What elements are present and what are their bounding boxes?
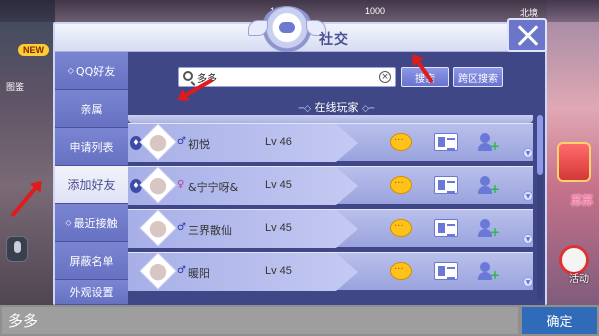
- left-diamond-icon: ─◇: [298, 104, 311, 114]
- player-name: 初悦: [188, 138, 210, 151]
- male-icon: ♂: [177, 265, 186, 276]
- female-icon: ♀: [177, 179, 185, 190]
- profile-card-icon[interactable]: [434, 262, 458, 280]
- clear-icon[interactable]: ×: [379, 71, 391, 83]
- sidebar-item-label: 屏蔽名单: [69, 254, 114, 268]
- player-name: &宁宁呀&: [188, 181, 239, 194]
- social-dialog: 社交 ◇ QQ好友 亲属 申请列表 添加好友 ◇ 最近接触 屏蔽名单 外观设置: [53, 6, 547, 305]
- gift-label: 苏苏: [571, 195, 593, 207]
- sidebar-item-label: 最近接触: [73, 216, 118, 230]
- sidebar-item-add-friend[interactable]: 添加好友: [55, 166, 128, 204]
- scrollbar[interactable]: [537, 115, 543, 300]
- sidebar-item-appearance[interactable]: 外观设置: [55, 280, 128, 305]
- expand-icon[interactable]: ▼: [523, 234, 533, 244]
- chat-icon[interactable]: [390, 133, 412, 151]
- section-title-text: 在线玩家: [314, 101, 359, 114]
- player-row[interactable]: ♂ 暖阳 Lv 45 + ▼: [128, 252, 533, 291]
- sidebar-item-requests[interactable]: 申请列表: [55, 128, 128, 166]
- sidebar-item-recent[interactable]: ◇ 最近接触: [55, 204, 128, 242]
- dialog-title: 社交: [319, 32, 349, 48]
- left-hud-label[interactable]: 图鉴: [6, 80, 24, 93]
- gem-count: 1000: [365, 6, 386, 16]
- search-input[interactable]: [197, 69, 367, 85]
- close-button[interactable]: [507, 18, 547, 52]
- player-level: Lv 46: [265, 136, 292, 148]
- player-row[interactable]: ♦ ♂ 初悦 Lv 46 + ▼: [128, 123, 533, 162]
- sidebar-item-label: 外观设置: [69, 286, 114, 299]
- chat-icon[interactable]: [390, 219, 412, 237]
- confirm-button[interactable]: 确定: [522, 307, 597, 334]
- plus-icon: +: [490, 182, 501, 196]
- sidebar: ◇ QQ好友 亲属 申请列表 添加好友 ◇ 最近接触 屏蔽名单 外观设置: [55, 52, 128, 305]
- player-row[interactable]: ♦ ♀ &宁宁呀& Lv 45 + ▼: [128, 166, 533, 205]
- chat-icon[interactable]: [390, 262, 412, 280]
- dialog-header: 社交: [55, 6, 547, 54]
- list-top-strip: [128, 115, 533, 123]
- text-entry-field[interactable]: [2, 307, 518, 334]
- profile-card-icon[interactable]: [434, 133, 458, 151]
- sidebar-item-relatives[interactable]: 亲属: [55, 90, 128, 128]
- player-level: Lv 45: [265, 222, 292, 234]
- activity-label[interactable]: 活动: [569, 270, 589, 285]
- search-icon: [183, 71, 193, 81]
- player-name: 三界散仙: [188, 224, 232, 237]
- gift-icon[interactable]: [557, 142, 591, 182]
- social-emblem-icon: [248, 6, 314, 54]
- bottom-input-bar: 确定: [0, 305, 599, 336]
- section-title: ─◇ 在线玩家 ◇─: [128, 99, 545, 115]
- player-name: 暖阳: [188, 267, 210, 280]
- sidebar-item-label: 添加好友: [67, 178, 116, 192]
- new-badge: NEW: [18, 44, 49, 56]
- cross-server-search-button[interactable]: 跨区搜索: [453, 67, 503, 87]
- player-level: Lv 45: [265, 265, 292, 277]
- male-icon: ♂: [177, 136, 186, 147]
- profile-card-icon[interactable]: [434, 176, 458, 194]
- male-icon: ♂: [177, 222, 186, 233]
- plus-icon: +: [490, 268, 501, 282]
- chat-icon[interactable]: [390, 176, 412, 194]
- sidebar-item-label: 申请列表: [69, 140, 114, 154]
- sidebar-item-label: QQ好友: [75, 64, 116, 78]
- diamond-icon: ◇: [65, 218, 72, 227]
- player-level: Lv 45: [265, 179, 292, 191]
- expand-icon[interactable]: ▼: [523, 277, 533, 287]
- plus-icon: +: [490, 225, 501, 239]
- expand-icon[interactable]: ▼: [523, 148, 533, 158]
- sidebar-item-blocklist[interactable]: 屏蔽名单: [55, 242, 128, 280]
- expand-icon[interactable]: ▼: [523, 191, 533, 201]
- sidebar-item-qq-friends[interactable]: ◇ QQ好友: [55, 52, 128, 90]
- sidebar-item-label: 亲属: [80, 102, 103, 116]
- player-row[interactable]: ♂ 三界散仙 Lv 45 + ▼: [128, 209, 533, 248]
- right-diamond-icon: ◇─: [362, 104, 375, 114]
- chat-bubble-icon: [279, 22, 295, 33]
- plus-icon: +: [490, 139, 501, 153]
- profile-card-icon[interactable]: [434, 219, 458, 237]
- scroll-thumb[interactable]: [537, 115, 543, 175]
- diamond-icon: ◇: [67, 66, 74, 75]
- mic-icon[interactable]: [6, 236, 28, 262]
